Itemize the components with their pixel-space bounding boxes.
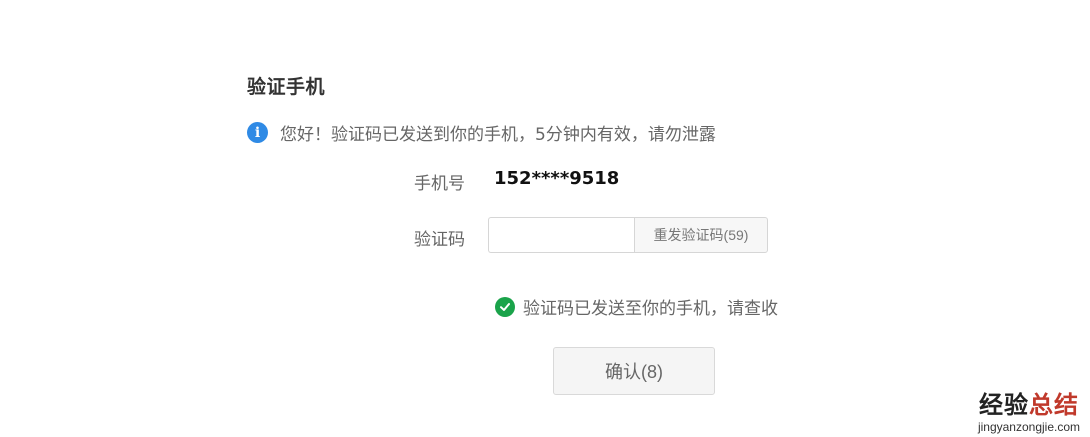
check-circle-icon bbox=[495, 296, 515, 317]
watermark: 经验总结 jingyanzongjie.com bbox=[978, 385, 1080, 434]
code-input-group: 重发验证码(59) bbox=[488, 217, 768, 253]
phone-label: 手机号 bbox=[414, 174, 465, 194]
info-notice: i 您好！验证码已发送到你的手机，5分钟内有效，请勿泄露 bbox=[247, 120, 716, 145]
code-label: 验证码 bbox=[414, 230, 465, 250]
watermark-url: jingyanzongjie.com bbox=[977, 420, 1080, 434]
page-title: 验证手机 bbox=[247, 76, 326, 98]
success-text: 验证码已发送至你的手机，请查收 bbox=[523, 299, 778, 319]
confirm-button[interactable]: 确认(8) bbox=[553, 347, 715, 395]
resend-code-button[interactable]: 重发验证码(59) bbox=[634, 217, 768, 253]
verification-code-input[interactable] bbox=[488, 217, 634, 253]
phone-number: 152****9518 bbox=[494, 168, 620, 189]
watermark-title: 经验总结 bbox=[978, 385, 1080, 420]
info-icon: i bbox=[247, 122, 268, 143]
success-message: 验证码已发送至你的手机，请查收 bbox=[495, 294, 778, 319]
notice-text: 您好！验证码已发送到你的手机，5分钟内有效，请勿泄露 bbox=[280, 125, 716, 145]
watermark-title-part1: 经验 bbox=[978, 390, 1029, 419]
watermark-title-part2: 总结 bbox=[1028, 390, 1079, 419]
